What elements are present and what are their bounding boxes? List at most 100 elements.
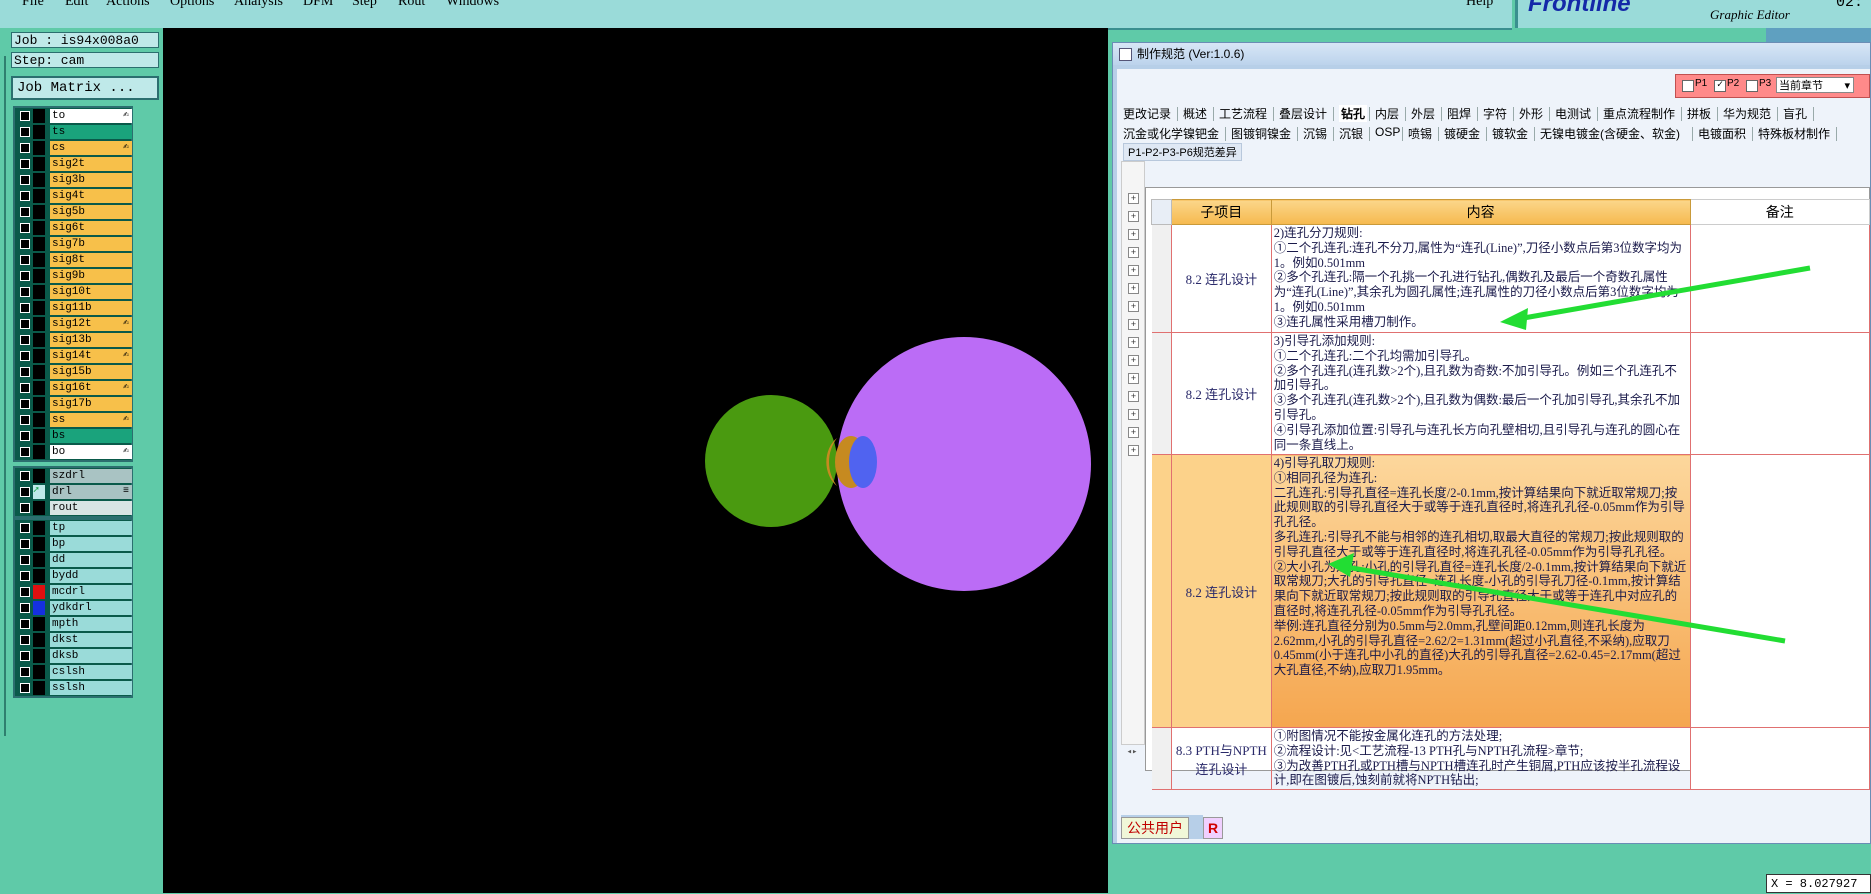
layer-color-swatch[interactable]: [33, 333, 45, 347]
layer-row-cs[interactable]: cs ✍: [15, 140, 132, 156]
layer-name[interactable]: dkst: [50, 633, 132, 647]
menu-help[interactable]: Help: [1466, 0, 1493, 10]
job-matrix-button[interactable]: Job Matrix ...: [11, 76, 159, 100]
layer-checkbox[interactable]: [20, 239, 30, 249]
layer-row-cslsh[interactable]: cslsh: [15, 664, 132, 680]
layer-name[interactable]: cs ✍: [50, 141, 132, 155]
layer-color-swatch[interactable]: [33, 237, 45, 251]
layer-row-sig7b[interactable]: sig7b: [15, 236, 132, 252]
layer-checkbox[interactable]: [20, 487, 30, 497]
layer-name[interactable]: ydkdrl: [50, 601, 132, 615]
layer-name[interactable]: sig2t: [50, 157, 132, 171]
table-row[interactable]: 8.2 连孔设计 3)引导孔添加规则: ①二个孔连孔:二个孔均需加引导孔。 ②多个孔连…: [1151, 332, 1871, 455]
menu-rout[interactable]: Rout: [398, 0, 425, 10]
layer-checkbox[interactable]: [20, 683, 30, 693]
layer-checkbox[interactable]: [20, 319, 30, 329]
layer-checkbox[interactable]: [20, 223, 30, 233]
table-row[interactable]: 8.3 PTH与NPTH连孔设计 ①附图情况不能按金属化连孔的方法处理; ②流程设计…: [1151, 727, 1871, 791]
layer-name[interactable]: sig5b: [50, 205, 132, 219]
tab-row2-1[interactable]: 图镀铜镍金: [1231, 125, 1291, 142]
layer-color-swatch[interactable]: [33, 269, 45, 283]
layer-name[interactable]: bydd: [50, 569, 132, 583]
tree-expand-icon[interactable]: +: [1128, 427, 1139, 438]
tree-expand-icon[interactable]: +: [1128, 409, 1139, 420]
layer-row-dd[interactable]: dd: [15, 552, 132, 568]
menu-step[interactable]: Step: [352, 0, 377, 10]
layer-row-mpth[interactable]: mpth: [15, 616, 132, 632]
tab-row1-10[interactable]: 电测试: [1555, 105, 1591, 122]
layer-row-bp[interactable]: bp: [15, 536, 132, 552]
tab-row1-14[interactable]: 盲孔: [1783, 105, 1807, 122]
tab-row1-4[interactable]: 钻孔: [1339, 105, 1368, 122]
layer-row-sig13b[interactable]: sig13b: [15, 332, 132, 348]
layer-checkbox[interactable]: [20, 399, 30, 409]
layer-row-ss[interactable]: ss ✍: [15, 412, 132, 428]
table-row[interactable]: 8.2 连孔设计 4)引导孔取刀规则: ①相同孔径为连孔: 二孔连孔:引导孔直径=连孔…: [1151, 454, 1871, 728]
layer-row-dksb[interactable]: dksb: [15, 648, 132, 664]
section-select[interactable]: 当前章节 ▾: [1776, 77, 1854, 93]
table-row[interactable]: 8.2 连孔设计 2)连孔分刀规则: ①二个孔连孔:连孔不分刀,属性为“连孔(Lin…: [1151, 224, 1871, 333]
tree-expand-icon[interactable]: +: [1128, 445, 1139, 456]
layer-row-drl[interactable]: ➚ drl ≡: [15, 484, 132, 500]
layer-color-swatch[interactable]: [33, 617, 45, 631]
tree-expand-icon[interactable]: +: [1128, 247, 1139, 258]
layer-color-swatch[interactable]: [33, 141, 45, 155]
column-header-content[interactable]: 内容: [1270, 199, 1691, 225]
layer-checkbox[interactable]: [20, 271, 30, 281]
layer-color-swatch[interactable]: [33, 665, 45, 679]
tree-expand-icon[interactable]: +: [1128, 211, 1139, 222]
layer-checkbox[interactable]: [20, 191, 30, 201]
layer-name[interactable]: tp: [50, 521, 132, 535]
tab-row1-1[interactable]: 概述: [1183, 105, 1207, 122]
tab-row1-2[interactable]: 工艺流程: [1219, 105, 1267, 122]
layer-name[interactable]: ts: [50, 125, 132, 139]
layer-checkbox[interactable]: [20, 651, 30, 661]
layer-color-swatch[interactable]: [33, 125, 45, 139]
layer-checkbox[interactable]: [20, 207, 30, 217]
layer-name[interactable]: cslsh: [50, 665, 132, 679]
tree-expand-icon[interactable]: +: [1128, 193, 1139, 204]
layer-name[interactable]: sig6t: [50, 221, 132, 235]
tab-row2-3[interactable]: 沉银: [1339, 125, 1363, 142]
layer-row-tp[interactable]: tp: [15, 520, 132, 536]
layer-color-swatch[interactable]: [33, 649, 45, 663]
layer-color-swatch[interactable]: [33, 365, 45, 379]
layer-name[interactable]: rout: [50, 501, 132, 515]
layer-row-bs[interactable]: bs: [15, 428, 132, 444]
layer-color-swatch[interactable]: [33, 537, 45, 551]
layer-row-sig8t[interactable]: sig8t: [15, 252, 132, 268]
tab-row1-13[interactable]: 华为规范: [1723, 105, 1771, 122]
tab-row1-3[interactable]: 叠层设计: [1279, 105, 1327, 122]
column-header-note[interactable]: 备注: [1689, 199, 1871, 225]
menu-options[interactable]: Options: [170, 0, 214, 10]
tab-row2-7[interactable]: 镀软金: [1492, 125, 1528, 142]
menu-dfm[interactable]: DFM: [303, 0, 333, 10]
layer-color-swatch[interactable]: [33, 585, 45, 599]
row-header[interactable]: [1151, 727, 1172, 791]
layer-checkbox[interactable]: [20, 383, 30, 393]
row-header[interactable]: [1151, 332, 1172, 455]
layer-checkbox[interactable]: [20, 471, 30, 481]
layer-color-swatch[interactable]: [33, 285, 45, 299]
layer-row-sig6t[interactable]: sig6t: [15, 220, 132, 236]
layer-checkbox[interactable]: [20, 555, 30, 565]
layer-checkbox[interactable]: [20, 255, 30, 265]
tab-spec-diff[interactable]: P1-P2-P3-P6规范差异: [1123, 143, 1242, 161]
layer-name[interactable]: sig7b: [50, 237, 132, 251]
scroll-left-icon[interactable]: ◂▸: [1121, 745, 1143, 759]
layer-checkbox[interactable]: [20, 635, 30, 645]
tree-expand-icon[interactable]: +: [1128, 373, 1139, 384]
tab-row1-11[interactable]: 重点流程制作: [1603, 105, 1675, 122]
layer-row-sig4t[interactable]: sig4t: [15, 188, 132, 204]
layer-color-swatch[interactable]: [33, 553, 45, 567]
layer-name[interactable]: sig16t ✍: [50, 381, 132, 395]
graphic-canvas[interactable]: [163, 28, 1108, 893]
layer-name[interactable]: mpth: [50, 617, 132, 631]
layer-checkbox[interactable]: [20, 335, 30, 345]
layer-checkbox[interactable]: [20, 159, 30, 169]
layer-name[interactable]: sig11b: [50, 301, 132, 315]
dialog-titlebar[interactable]: 制作规范 (Ver:1.0.6): [1113, 43, 1870, 65]
layer-row-sig16t[interactable]: sig16t ✍: [15, 380, 132, 396]
layer-color-swatch[interactable]: [33, 349, 45, 363]
layer-name[interactable]: to ✍: [50, 109, 132, 123]
